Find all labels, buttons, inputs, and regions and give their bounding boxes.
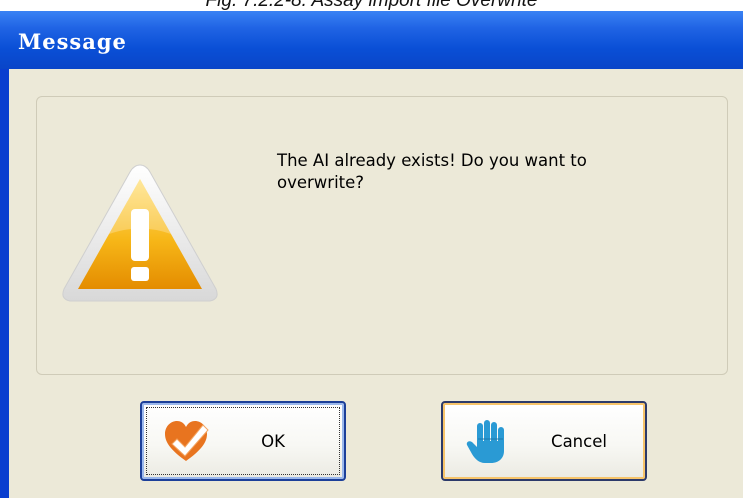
heart-check-icon	[165, 421, 209, 461]
message-dialog: Message The AI already exists! Do you wa…	[0, 11, 743, 498]
dialog-title: Message	[18, 29, 127, 54]
ok-button[interactable]: OK	[140, 401, 346, 481]
hand-stop-icon	[466, 420, 504, 463]
title-bar[interactable]: Message	[0, 11, 743, 69]
dialog-body: The AI already exists! Do you want to ov…	[9, 69, 743, 498]
figure-caption: Fig. 7.2.2-8. Assay import file Overwrit…	[205, 0, 538, 11]
cancel-button[interactable]: Cancel	[441, 401, 647, 481]
ok-button-label: OK	[261, 432, 285, 451]
message-panel: The AI already exists! Do you want to ov…	[36, 96, 728, 375]
cancel-button-label: Cancel	[551, 432, 607, 451]
message-text: The AI already exists! Do you want to ov…	[277, 151, 587, 192]
warning-icon	[62, 164, 218, 302]
